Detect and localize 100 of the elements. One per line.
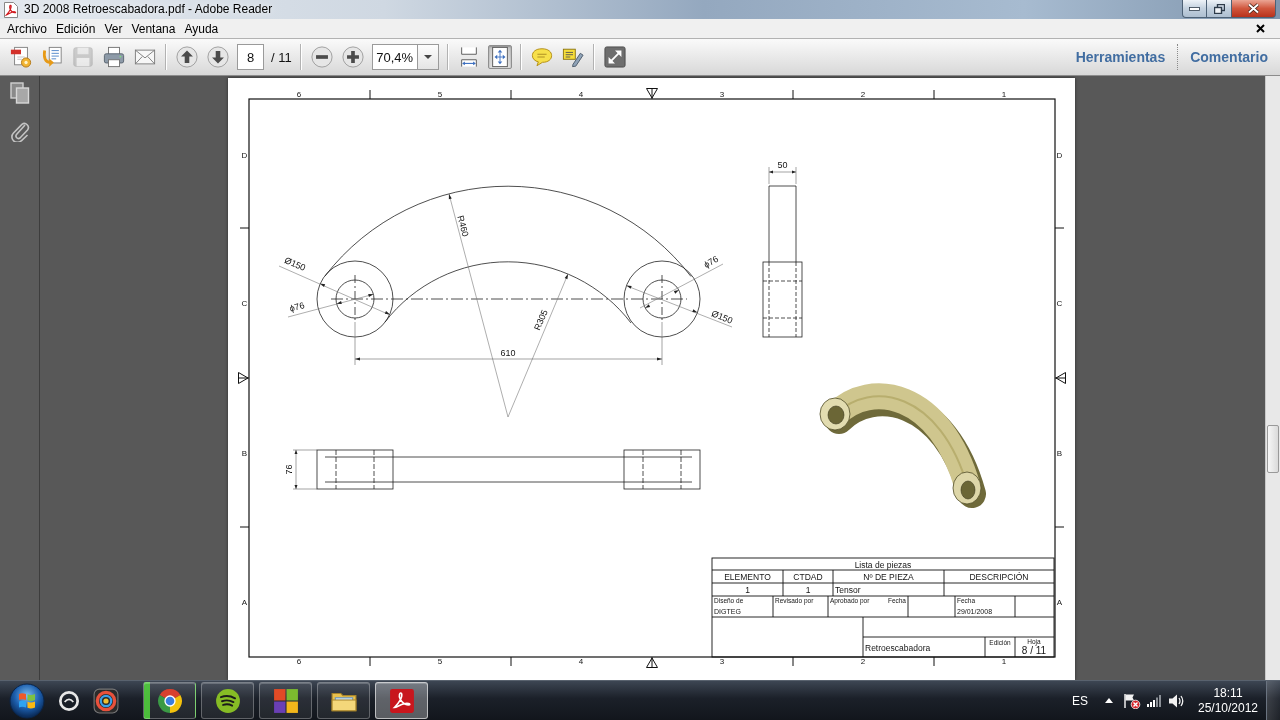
scrollbar-thumb[interactable]	[1267, 425, 1279, 473]
zone-number: 1	[1001, 657, 1007, 666]
dimension-label: ϕ76	[288, 300, 306, 314]
language-indicator[interactable]: ES	[1072, 693, 1088, 708]
next-page-button[interactable]	[206, 45, 230, 69]
page-number-field[interactable]: 8	[237, 44, 264, 70]
zoom-dropdown-button[interactable]	[417, 44, 439, 70]
tricolor-ball-icon	[156, 687, 183, 714]
speaker-icon[interactable]	[1168, 692, 1185, 709]
pdf-icon	[388, 687, 415, 714]
zoom-out-button[interactable]	[309, 45, 334, 69]
clock-time[interactable]: 18:11	[1213, 685, 1243, 701]
caret-icon	[423, 55, 432, 59]
flag-icon[interactable]	[1123, 692, 1141, 709]
speech-bubble-icon	[530, 46, 553, 68]
menu-item[interactable]: Archivo	[3, 20, 51, 37]
zone-letter: C	[241, 298, 248, 308]
pages-button[interactable]	[9, 82, 30, 104]
close-button[interactable]	[1232, 0, 1276, 18]
envelope-icon	[134, 46, 156, 68]
clock-date[interactable]: 25/10/2012	[1197, 700, 1259, 716]
dimension-label: Ø150	[709, 308, 735, 326]
dimension-label: ϕ76	[702, 253, 720, 271]
zoom-field[interactable]: 70,4%	[371, 44, 418, 70]
taskbar-button[interactable]	[317, 682, 370, 719]
printer-icon	[103, 46, 125, 68]
zone-letter: B	[1056, 448, 1063, 458]
close-document-button[interactable]	[1254, 22, 1266, 35]
column-header: ELEMENTO	[724, 571, 771, 582]
sheet-number: 8 / 11	[1021, 645, 1047, 656]
taskbar-button[interactable]	[259, 682, 312, 719]
panel-link[interactable]: Comentario	[1178, 49, 1280, 65]
zone-number: 2	[860, 657, 866, 666]
caret-icon[interactable]	[1105, 698, 1113, 703]
zone-number: 5	[437, 90, 443, 99]
zone-letter: C	[1056, 298, 1063, 308]
dimension-label: 610	[500, 348, 516, 358]
zone-letter: B	[241, 448, 248, 458]
menu-item[interactable]: Ver	[100, 20, 127, 37]
full-screen-button[interactable]	[602, 45, 627, 69]
table-cell: 1	[745, 584, 750, 595]
center-mark-icon	[646, 87, 658, 100]
show-desktop-button[interactable]	[1266, 681, 1280, 720]
close-icon	[1247, 3, 1260, 14]
page-count: / 11	[271, 49, 292, 65]
parts-list-title: Lista de piezas	[854, 559, 912, 570]
dimension-label: 50	[777, 160, 788, 170]
zone-number: 1	[1001, 90, 1007, 99]
print-button[interactable]	[102, 45, 126, 69]
dimension-label: R305	[532, 308, 550, 332]
column-header: Nº DE PIEZA	[863, 571, 914, 582]
taskbar-button[interactable]	[375, 682, 428, 719]
four-tiles-icon	[272, 687, 299, 714]
start-orb-icon	[9, 682, 45, 719]
expand-icon	[603, 46, 626, 68]
zoom-in-button[interactable]	[340, 45, 365, 69]
dimension-label: Ø150	[282, 255, 308, 273]
drawing-title: Retroescabadora	[865, 642, 931, 653]
fit-page-button[interactable]	[487, 45, 512, 69]
dimension-label: R460	[455, 214, 471, 238]
plus-icon	[341, 46, 364, 68]
attachments-button[interactable]	[9, 120, 30, 142]
note-pen-icon	[561, 46, 584, 68]
dimension-line	[768, 166, 797, 185]
taskbar-button[interactable]	[201, 682, 254, 719]
restore-button[interactable]	[1207, 0, 1232, 18]
zone-number: 2	[860, 90, 866, 99]
window-title: 3D 2008 Retroescabadora.pdf - Adobe Reader	[24, 1, 273, 18]
taskbar-button[interactable]	[143, 682, 196, 719]
minus-icon	[310, 46, 333, 68]
menu-item[interactable]: Ventana	[127, 20, 180, 37]
zone-number: 5	[437, 657, 443, 666]
table-cell: Tensor	[835, 584, 861, 595]
pages-icon	[9, 82, 30, 104]
panel-link[interactable]: Herramientas	[1063, 49, 1178, 65]
column-header: CTDAD	[793, 571, 823, 582]
menu-item[interactable]: Ayuda	[180, 20, 223, 37]
dimension-line	[292, 449, 318, 490]
zone-number: 3	[719, 90, 725, 99]
zone-letter: A	[1056, 597, 1063, 607]
close-icon	[1255, 24, 1265, 33]
pdf-icon	[4, 2, 18, 18]
minimize-icon	[1189, 6, 1200, 11]
zone-letter: A	[241, 597, 248, 607]
zone-number: 6	[296, 657, 302, 666]
signal-icon[interactable]	[1147, 694, 1161, 707]
zone-letter: D	[1056, 150, 1063, 160]
combine-button[interactable]	[40, 45, 64, 69]
waves-disc-icon	[214, 687, 241, 714]
zone-number: 4	[578, 657, 584, 666]
column-header: DESCRIPCIÓN	[969, 571, 1029, 582]
zone-number: 3	[719, 657, 725, 666]
paperclip-icon	[9, 120, 30, 142]
center-mark-icon	[646, 656, 658, 669]
minimize-button[interactable]	[1182, 0, 1207, 18]
previous-page-button[interactable]	[175, 45, 199, 69]
scrollbar[interactable]	[1265, 76, 1280, 680]
create-button[interactable]	[9, 45, 33, 69]
document-star-icon	[10, 46, 32, 68]
menu-item[interactable]: Edición	[52, 20, 100, 37]
